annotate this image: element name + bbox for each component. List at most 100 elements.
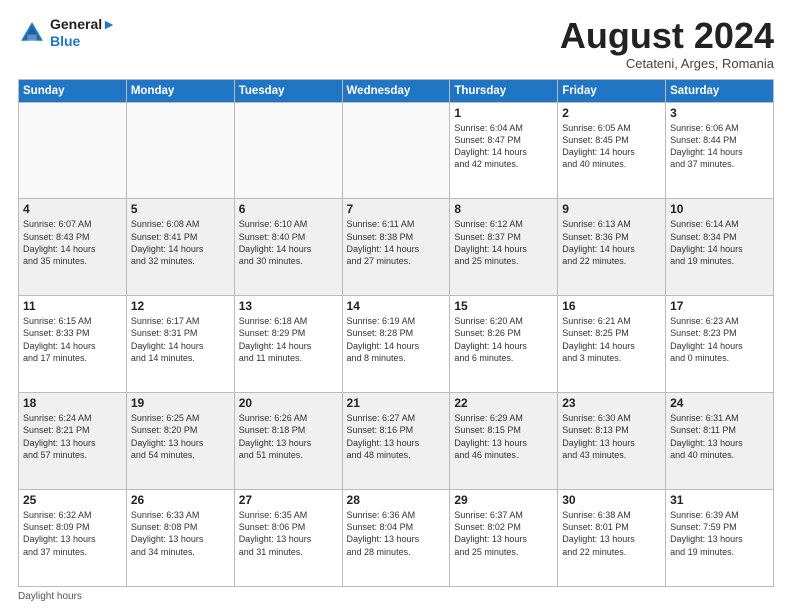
day-info: Sunrise: 6:30 AM Sunset: 8:13 PM Dayligh… bbox=[562, 412, 661, 461]
location-subtitle: Cetateni, Arges, Romania bbox=[560, 56, 774, 71]
footer-note: Daylight hours bbox=[18, 591, 774, 602]
day-info: Sunrise: 6:32 AM Sunset: 8:09 PM Dayligh… bbox=[23, 509, 122, 558]
day-number: 23 bbox=[562, 396, 661, 410]
day-info: Sunrise: 6:06 AM Sunset: 8:44 PM Dayligh… bbox=[670, 122, 769, 171]
calendar-cell: 24 Sunrise: 6:31 AM Sunset: 8:11 PM Dayli… bbox=[666, 393, 774, 490]
day-number: 26 bbox=[131, 493, 230, 507]
day-number: 21 bbox=[347, 396, 446, 410]
calendar-week-4: 18 Sunrise: 6:24 AM Sunset: 8:21 PM Dayli… bbox=[19, 393, 774, 490]
calendar-cell: 3 Sunrise: 6:06 AM Sunset: 8:44 PM Daylig… bbox=[666, 102, 774, 199]
calendar-week-5: 25 Sunrise: 6:32 AM Sunset: 8:09 PM Dayli… bbox=[19, 490, 774, 587]
col-header-monday: Monday bbox=[126, 79, 234, 102]
day-number: 11 bbox=[23, 299, 122, 313]
calendar-cell: 14 Sunrise: 6:19 AM Sunset: 8:28 PM Dayli… bbox=[342, 296, 450, 393]
day-info: Sunrise: 6:27 AM Sunset: 8:16 PM Dayligh… bbox=[347, 412, 446, 461]
calendar-cell bbox=[126, 102, 234, 199]
calendar-cell: 12 Sunrise: 6:17 AM Sunset: 8:31 PM Dayli… bbox=[126, 296, 234, 393]
day-info: Sunrise: 6:19 AM Sunset: 8:28 PM Dayligh… bbox=[347, 315, 446, 364]
day-number: 28 bbox=[347, 493, 446, 507]
day-number: 9 bbox=[562, 202, 661, 216]
day-info: Sunrise: 6:07 AM Sunset: 8:43 PM Dayligh… bbox=[23, 218, 122, 267]
logo-icon bbox=[18, 19, 46, 47]
calendar-cell: 13 Sunrise: 6:18 AM Sunset: 8:29 PM Dayli… bbox=[234, 296, 342, 393]
day-number: 16 bbox=[562, 299, 661, 313]
day-number: 7 bbox=[347, 202, 446, 216]
month-title: August 2024 bbox=[560, 16, 774, 56]
calendar-cell: 2Sunrise: 6:05 AM Sunset: 8:45 PM Daylig… bbox=[558, 102, 666, 199]
calendar-cell: 6 Sunrise: 6:10 AM Sunset: 8:40 PM Daylig… bbox=[234, 199, 342, 296]
day-number: 1 bbox=[454, 106, 553, 120]
calendar-header-row: SundayMondayTuesdayWednesdayThursdayFrid… bbox=[19, 79, 774, 102]
calendar-cell: 17 Sunrise: 6:23 AM Sunset: 8:23 PM Dayli… bbox=[666, 296, 774, 393]
day-info: Sunrise: 6:20 AM Sunset: 8:26 PM Dayligh… bbox=[454, 315, 553, 364]
calendar-cell: 5 Sunrise: 6:08 AM Sunset: 8:41 PM Daylig… bbox=[126, 199, 234, 296]
day-info: Sunrise: 6:31 AM Sunset: 8:11 PM Dayligh… bbox=[670, 412, 769, 461]
day-number: 12 bbox=[131, 299, 230, 313]
calendar-cell: 9 Sunrise: 6:13 AM Sunset: 8:36 PM Daylig… bbox=[558, 199, 666, 296]
calendar-cell: 11 Sunrise: 6:15 AM Sunset: 8:33 PM Dayli… bbox=[19, 296, 127, 393]
day-info: Sunrise: 6:26 AM Sunset: 8:18 PM Dayligh… bbox=[239, 412, 338, 461]
day-number: 14 bbox=[347, 299, 446, 313]
calendar-cell: 26 Sunrise: 6:33 AM Sunset: 8:08 PM Dayli… bbox=[126, 490, 234, 587]
calendar-cell: 31Sunrise: 6:39 AM Sunset: 7:59 PM Dayli… bbox=[666, 490, 774, 587]
day-number: 3 bbox=[670, 106, 769, 120]
calendar-cell: 19 Sunrise: 6:25 AM Sunset: 8:20 PM Dayli… bbox=[126, 393, 234, 490]
calendar-table: SundayMondayTuesdayWednesdayThursdayFrid… bbox=[18, 79, 774, 587]
day-info: Sunrise: 6:33 AM Sunset: 8:08 PM Dayligh… bbox=[131, 509, 230, 558]
day-number: 13 bbox=[239, 299, 338, 313]
day-number: 4 bbox=[23, 202, 122, 216]
day-info: Sunrise: 6:18 AM Sunset: 8:29 PM Dayligh… bbox=[239, 315, 338, 364]
day-info: Sunrise: 6:12 AM Sunset: 8:37 PM Dayligh… bbox=[454, 218, 553, 267]
calendar-cell: 7 Sunrise: 6:11 AM Sunset: 8:38 PM Daylig… bbox=[342, 199, 450, 296]
calendar-cell: 16 Sunrise: 6:21 AM Sunset: 8:25 PM Dayli… bbox=[558, 296, 666, 393]
calendar-week-2: 4 Sunrise: 6:07 AM Sunset: 8:43 PM Daylig… bbox=[19, 199, 774, 296]
day-number: 8 bbox=[454, 202, 553, 216]
day-number: 18 bbox=[23, 396, 122, 410]
day-info: Sunrise: 6:04 AM Sunset: 8:47 PM Dayligh… bbox=[454, 122, 553, 171]
day-info: Sunrise: 6:25 AM Sunset: 8:20 PM Dayligh… bbox=[131, 412, 230, 461]
day-info: Sunrise: 6:24 AM Sunset: 8:21 PM Dayligh… bbox=[23, 412, 122, 461]
day-number: 24 bbox=[670, 396, 769, 410]
day-info: Sunrise: 6:17 AM Sunset: 8:31 PM Dayligh… bbox=[131, 315, 230, 364]
calendar-cell: 1 Sunrise: 6:04 AM Sunset: 8:47 PM Daylig… bbox=[450, 102, 558, 199]
day-number: 30 bbox=[562, 493, 661, 507]
day-info: Sunrise: 6:21 AM Sunset: 8:25 PM Dayligh… bbox=[562, 315, 661, 364]
calendar-cell: 30Sunrise: 6:38 AM Sunset: 8:01 PM Dayli… bbox=[558, 490, 666, 587]
calendar-cell: 10Sunrise: 6:14 AM Sunset: 8:34 PM Dayli… bbox=[666, 199, 774, 296]
calendar-cell: 23 Sunrise: 6:30 AM Sunset: 8:13 PM Dayli… bbox=[558, 393, 666, 490]
col-header-thursday: Thursday bbox=[450, 79, 558, 102]
calendar-cell: 28 Sunrise: 6:36 AM Sunset: 8:04 PM Dayli… bbox=[342, 490, 450, 587]
day-number: 15 bbox=[454, 299, 553, 313]
day-number: 27 bbox=[239, 493, 338, 507]
day-info: Sunrise: 6:08 AM Sunset: 8:41 PM Dayligh… bbox=[131, 218, 230, 267]
day-info: Sunrise: 6:23 AM Sunset: 8:23 PM Dayligh… bbox=[670, 315, 769, 364]
calendar-cell: 4 Sunrise: 6:07 AM Sunset: 8:43 PM Daylig… bbox=[19, 199, 127, 296]
col-header-saturday: Saturday bbox=[666, 79, 774, 102]
day-info: Sunrise: 6:13 AM Sunset: 8:36 PM Dayligh… bbox=[562, 218, 661, 267]
calendar-cell: 8 Sunrise: 6:12 AM Sunset: 8:37 PM Daylig… bbox=[450, 199, 558, 296]
calendar-week-3: 11 Sunrise: 6:15 AM Sunset: 8:33 PM Dayli… bbox=[19, 296, 774, 393]
day-number: 5 bbox=[131, 202, 230, 216]
header: General► Blue August 2024 Cetateni, Arge… bbox=[18, 16, 774, 71]
day-info: Sunrise: 6:10 AM Sunset: 8:40 PM Dayligh… bbox=[239, 218, 338, 267]
day-info: Sunrise: 6:36 AM Sunset: 8:04 PM Dayligh… bbox=[347, 509, 446, 558]
day-info: Sunrise: 6:15 AM Sunset: 8:33 PM Dayligh… bbox=[23, 315, 122, 364]
day-number: 25 bbox=[23, 493, 122, 507]
day-number: 6 bbox=[239, 202, 338, 216]
calendar-week-1: 1 Sunrise: 6:04 AM Sunset: 8:47 PM Daylig… bbox=[19, 102, 774, 199]
day-number: 19 bbox=[131, 396, 230, 410]
calendar-cell: 21 Sunrise: 6:27 AM Sunset: 8:16 PM Dayli… bbox=[342, 393, 450, 490]
day-info: Sunrise: 6:11 AM Sunset: 8:38 PM Dayligh… bbox=[347, 218, 446, 267]
day-info: Sunrise: 6:37 AM Sunset: 8:02 PM Dayligh… bbox=[454, 509, 553, 558]
day-number: 29 bbox=[454, 493, 553, 507]
day-number: 22 bbox=[454, 396, 553, 410]
logo-text: General► Blue bbox=[50, 16, 116, 50]
day-number: 20 bbox=[239, 396, 338, 410]
calendar-cell: 29 Sunrise: 6:37 AM Sunset: 8:02 PM Dayli… bbox=[450, 490, 558, 587]
day-info: Sunrise: 6:35 AM Sunset: 8:06 PM Dayligh… bbox=[239, 509, 338, 558]
calendar-cell bbox=[234, 102, 342, 199]
calendar-cell: 15 Sunrise: 6:20 AM Sunset: 8:26 PM Dayli… bbox=[450, 296, 558, 393]
calendar-cell bbox=[342, 102, 450, 199]
day-number: 17 bbox=[670, 299, 769, 313]
day-info: Sunrise: 6:05 AM Sunset: 8:45 PM Dayligh… bbox=[562, 122, 661, 171]
